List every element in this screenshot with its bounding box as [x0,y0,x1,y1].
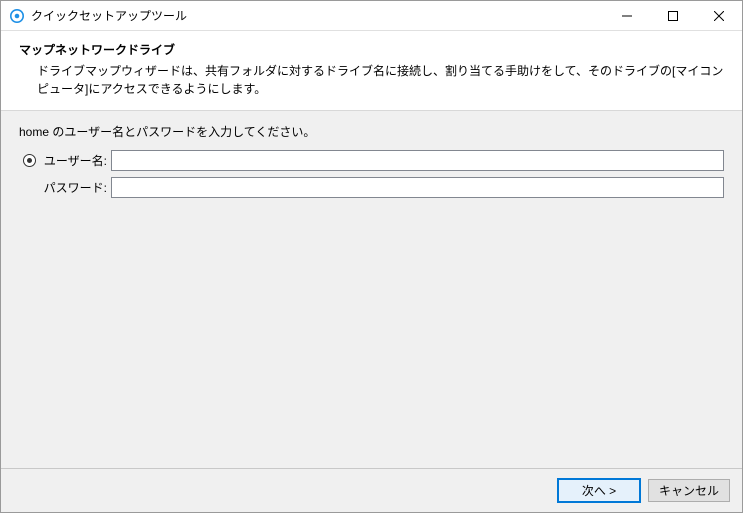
password-label: パスワード: [39,179,111,196]
titlebar: クイックセットアップツール [1,1,742,31]
window-title: クイックセットアップツール [31,7,187,24]
wizard-body: home のユーザー名とパスワードを入力してください。 ユーザー名: パスワード… [1,111,742,468]
maximize-button[interactable] [650,1,696,31]
username-input[interactable] [111,150,724,171]
password-input[interactable] [111,177,724,198]
cancel-button[interactable]: キャンセル [648,479,730,502]
password-row: パスワード: [19,177,724,198]
username-label: ユーザー名: [39,152,111,169]
next-button[interactable]: 次へ > [558,479,640,502]
wizard-footer: 次へ > キャンセル [1,468,742,512]
username-row: ユーザー名: [19,150,724,171]
credentials-prompt: home のユーザー名とパスワードを入力してください。 [19,123,724,140]
minimize-button[interactable] [604,1,650,31]
wizard-header: マップネットワークドライブ ドライブマップウィザードは、共有フォルダに対するドラ… [1,31,742,111]
username-radio[interactable] [23,154,36,167]
next-button-label: 次へ > [582,482,616,499]
wizard-description: ドライブマップウィザードは、共有フォルダに対するドライブ名に接続し、割り当てる手… [19,62,724,98]
cancel-button-label: キャンセル [659,482,719,499]
wizard-heading: マップネットワークドライブ [19,41,724,58]
window: クイックセットアップツール マップネットワークドライブ ドライブマップウィザード… [0,0,743,513]
app-icon [9,8,25,24]
close-button[interactable] [696,1,742,31]
content-area: マップネットワークドライブ ドライブマップウィザードは、共有フォルダに対するドラ… [1,31,742,512]
